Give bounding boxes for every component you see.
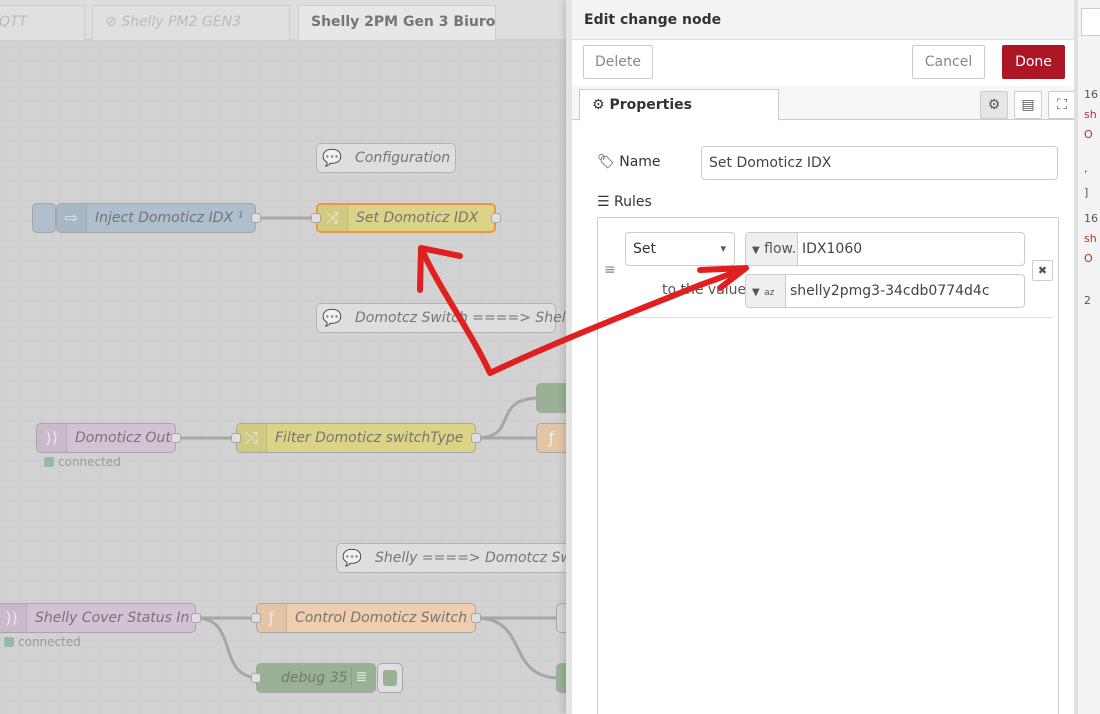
caret-down-icon: ▼ [752,287,760,298]
sidebar-msg-text: 16 [1084,212,1098,225]
debug-sidebar: 16 sh O , ] 16 sh O 2 [1074,0,1100,714]
rule-action-value: Set [633,241,656,257]
name-label-text: Name [619,154,661,170]
tab-properties[interactable]: ⚙ Properties [579,89,779,121]
gear-icon: ⚙ [592,97,605,113]
close-icon: ✖ [1037,264,1048,277]
rule-value-type-select[interactable]: ▼ az [746,275,786,307]
frame-icon: ⛶ [1057,97,1067,113]
sidebar-msg-text: sh [1084,232,1097,245]
description-button[interactable]: ▤ [1014,91,1042,119]
caret-down-icon: ▼ [752,245,760,256]
target-type-label: flow. [764,241,797,257]
sidebar-tab[interactable] [1081,8,1100,36]
name-label: 🏷 Name [597,154,661,170]
drag-handle-icon[interactable]: ≡ [604,262,616,278]
sidebar-msg-text: O [1084,128,1093,141]
list-icon: ☰ [597,194,610,210]
done-button[interactable]: Done [1002,45,1065,79]
sidebar-msg-text: sh [1084,108,1097,121]
workspace: QTT ⊘ Shelly PM2 GEN3 Shelly 2PM Gen 3 B… [0,0,566,714]
delete-button[interactable]: Delete [583,45,653,79]
sidebar-msg-text: , [1084,162,1088,175]
sidebar-msg-text: O [1084,252,1093,265]
editor-dimmer [0,0,566,714]
tag-icon: 🏷 [597,154,615,170]
to-the-value-label: to the value [662,282,747,298]
rules-label: ☰ Rules [597,194,652,210]
chevron-down-icon: ▾ [720,242,726,255]
rule-value-text: shelly2pmg3-34cdb0774d4c [790,283,990,299]
settings-gear-button[interactable]: ⚙ [980,91,1008,119]
gear-icon: ⚙ [987,97,1001,113]
document-icon: ▤ [1021,97,1035,113]
cancel-button[interactable]: Cancel [912,45,985,79]
name-input[interactable]: Set Domoticz IDX [701,146,1058,180]
rule-row: ≡ Set ▾ ▼ flow. IDX1060 to the value ▼ a… [603,218,1053,318]
string-type-icon: az [764,288,775,298]
tab-label: Properties [609,97,692,113]
sidebar-msg-text: 16 [1084,88,1098,101]
tray-tabbar: ⚙ Properties ⚙ ▤ ⛶ [572,86,1076,121]
sidebar-msg-text: 2 [1084,294,1091,307]
rule-target-field[interactable]: ▼ flow. IDX1060 [745,232,1025,266]
rules-container: ≡ Set ▾ ▼ flow. IDX1060 to the value ▼ a… [597,217,1059,714]
tray-title: Edit change node [572,0,1074,40]
rule-target-value: IDX1060 [802,241,863,257]
rule-action-select[interactable]: Set ▾ [625,232,735,266]
rule-value-field[interactable]: ▼ az shelly2pmg3-34cdb0774d4c [745,274,1025,308]
sidebar-msg-text: ] [1084,186,1089,199]
appearance-button[interactable]: ⛶ [1048,91,1076,119]
remove-rule-button[interactable]: ✖ [1032,260,1053,281]
rule-target-type-select[interactable]: ▼ flow. [746,233,798,265]
edit-tray: Edit change node Delete Cancel Done ⚙ Pr… [566,0,1076,714]
rules-label-text: Rules [614,194,652,210]
